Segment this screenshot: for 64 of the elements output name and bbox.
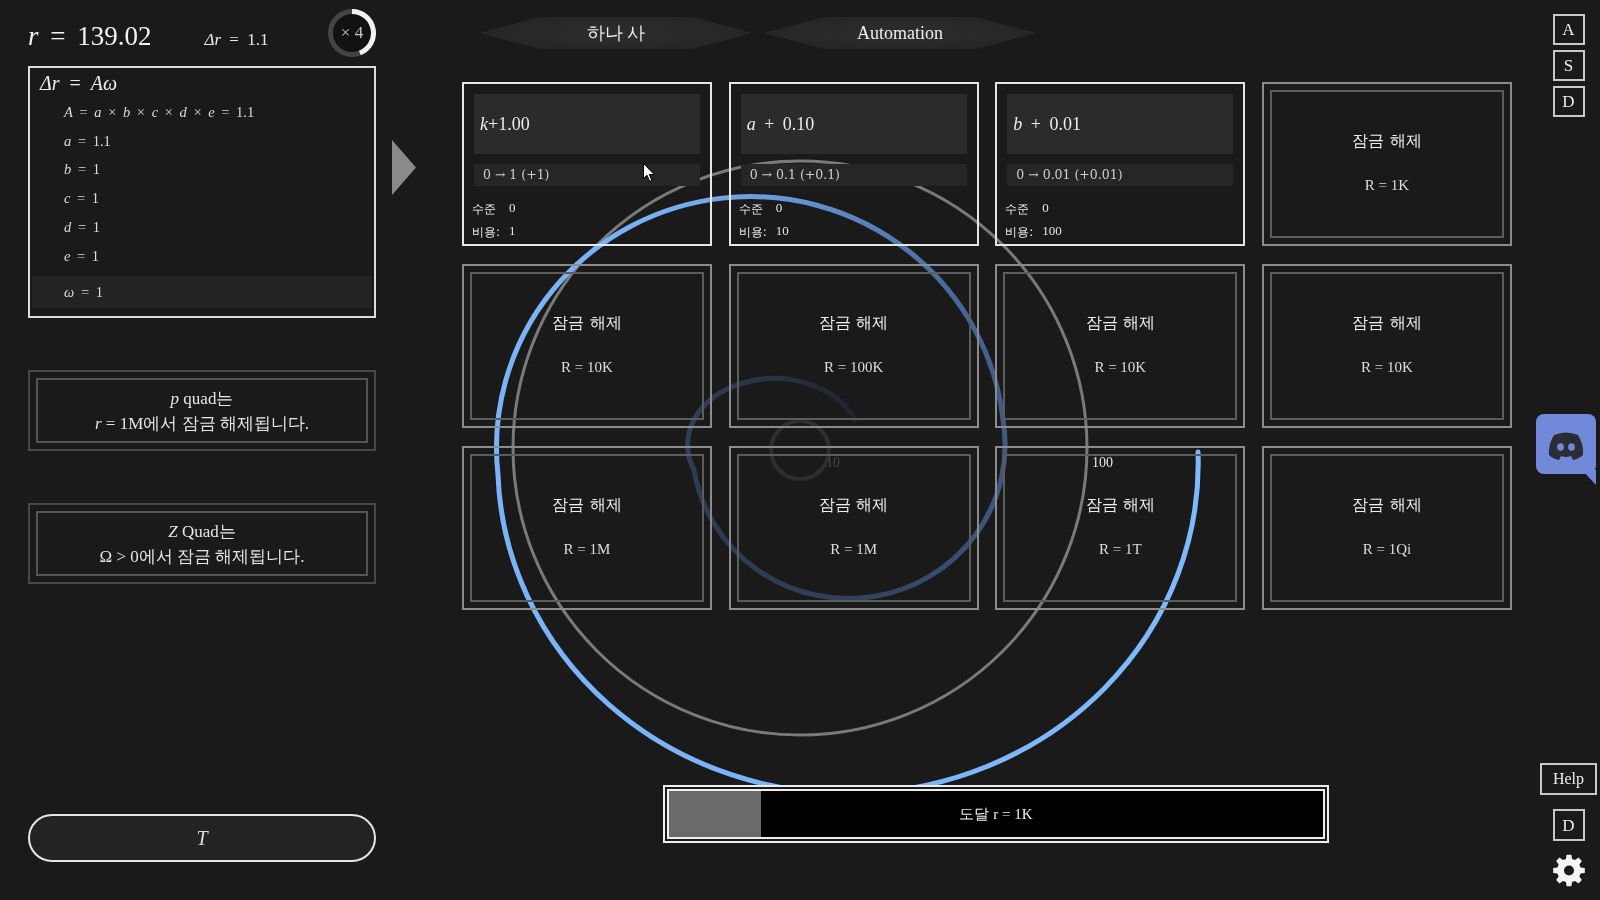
r-value-text: r = 139.02 <box>28 19 152 53</box>
level-label: 수준 <box>1005 202 1030 216</box>
unlock-label: 잠금 해제 <box>1085 494 1155 516</box>
unlock-message: p quad는 r = 1M에서 잠금 해제됩니다. <box>94 387 310 435</box>
level-value: 0 <box>1042 199 1049 217</box>
help-button[interactable]: Help <box>1540 763 1597 795</box>
formula-line: d = 1 <box>63 217 101 237</box>
mouse-cursor-icon <box>643 163 655 182</box>
multiplier-text: × 4 <box>340 22 364 45</box>
cost-value: 1 <box>509 222 516 240</box>
cost-value: 10 <box>775 222 789 240</box>
unlock-label: 잠금 해제 <box>552 494 622 516</box>
formula-line: e = 1 <box>63 246 101 266</box>
spiral-label: 100 <box>1092 455 1113 470</box>
hotkey-button[interactable]: D <box>1552 86 1585 117</box>
upgrade-change: 0 → 0.01 (+0.01) <box>1007 164 1234 186</box>
t-button[interactable]: T <box>28 814 376 862</box>
settings-icon[interactable] <box>1552 854 1585 887</box>
hotkey-button[interactable]: A <box>1552 14 1585 45</box>
unlock-requirement: R = 1K <box>1364 176 1410 195</box>
delta-r-text: Δr = 1.1 <box>204 28 269 51</box>
unlock-label: 잠금 해제 <box>819 312 889 334</box>
unlock-label: 잠금 해제 <box>552 312 622 334</box>
upgrade-title: a + 0.10 <box>740 94 967 154</box>
formula-line: a = 1.1 <box>63 131 112 151</box>
unlock-message: Z Quad는 Ω > 0에서 잠금 해제됩니다. <box>99 520 305 568</box>
formula-line: b = 1 <box>63 160 101 180</box>
unlock-requirement: R = 1M <box>830 540 878 559</box>
right-arrow-icon[interactable] <box>392 140 416 195</box>
formula-line: A = a × b × c × d × e = 1.1 <box>62 103 256 122</box>
unlock-label: 잠금 해제 <box>1085 312 1155 334</box>
formula-title: Δr = Aω <box>38 71 119 96</box>
unlock-requirement: R = 10K <box>561 358 613 377</box>
level-label: 수준 <box>472 202 496 216</box>
upgrade-card[interactable]: b + 0.01 0 → 0.01 (+0.01) 수준 0 비용: 100 <box>995 82 1246 246</box>
formula-line: c = 1 <box>63 189 101 209</box>
upgrade-title: b + 0.01 <box>1007 94 1234 154</box>
unlock-requirement: R = 10K <box>1094 358 1147 377</box>
unlock-requirement: R = 100K <box>824 358 884 377</box>
unlock-label: 잠금 해제 <box>1352 130 1422 152</box>
upgrade-card[interactable]: a + 0.10 0 → 0.1 (+0.1) 수준 0 비용: 10 <box>728 82 979 246</box>
unlock-requirement: R = 1Qi <box>1362 540 1412 559</box>
upgrade-change: 0 → 0.1 (+0.1) <box>740 164 967 186</box>
hotkey-button[interactable]: D <box>1552 809 1585 841</box>
level-label: 수준 <box>738 202 763 216</box>
hotkey-button[interactable]: S <box>1552 50 1585 81</box>
upgrade-card[interactable]: k+1.00 0 → 1 (+1) 수준 0 비용: 1 <box>462 82 712 246</box>
cost-value: 100 <box>1042 222 1062 240</box>
level-value: 0 <box>509 199 516 217</box>
unlock-label: 잠금 해제 <box>1352 494 1422 516</box>
upgrade-change: 0 → 1 (+1) <box>474 164 700 186</box>
unlock-label: 잠금 해제 <box>819 494 889 516</box>
chat-bubble-icon[interactable] <box>1536 414 1596 485</box>
level-value: 0 <box>775 199 783 217</box>
unlock-requirement: R = 1M <box>563 540 611 559</box>
cost-label: 비용: <box>472 225 501 239</box>
unlock-requirement: R = 10K <box>1361 358 1413 377</box>
unlock-requirement: R = 1T <box>1099 540 1142 559</box>
upgrade-title: k+1.00 <box>474 94 700 154</box>
unlock-label: 잠금 해제 <box>1352 312 1422 334</box>
cost-label: 비용: <box>738 225 767 239</box>
cost-label: 비용: <box>1005 225 1034 239</box>
progress-label: 도달 r = 1K <box>959 804 1033 824</box>
multiplier-ring[interactable] <box>328 9 376 57</box>
